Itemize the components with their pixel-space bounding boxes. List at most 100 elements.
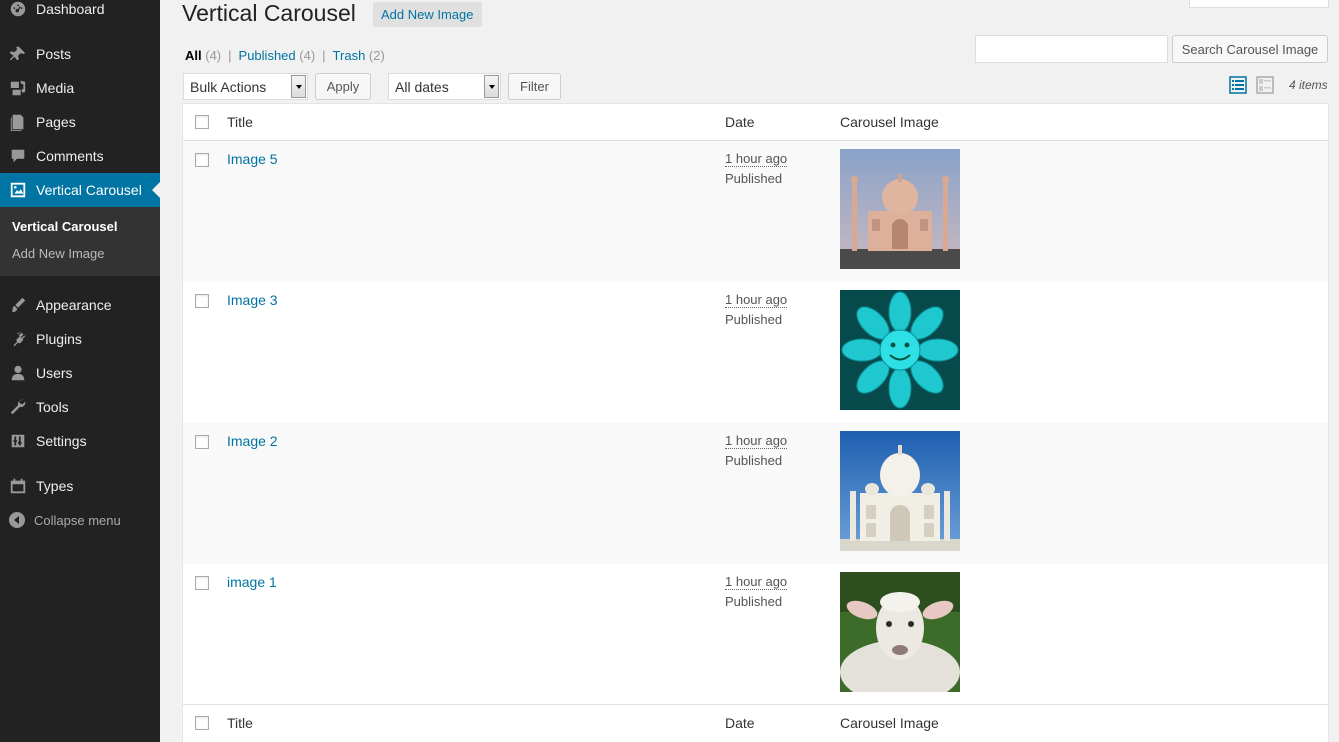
- user-icon: [8, 363, 28, 383]
- collapse-menu-button[interactable]: Collapse menu: [0, 507, 160, 533]
- screen-options-tab[interactable]: [1189, 0, 1329, 8]
- column-header-carousel-image: Carousel Image: [840, 114, 939, 130]
- carousel-image-thumbnail[interactable]: [840, 572, 960, 692]
- filter-button[interactable]: Filter: [508, 73, 561, 100]
- sliders-icon: [8, 431, 28, 451]
- select-all-checkbox[interactable]: [195, 115, 209, 129]
- menu-label: Comments: [36, 148, 104, 164]
- media-icon: [8, 78, 28, 98]
- row-status: Published: [725, 312, 783, 327]
- view-trash-link[interactable]: Trash: [333, 48, 366, 63]
- row-title-link[interactable]: Image 5: [227, 151, 278, 167]
- add-new-image-button[interactable]: Add New Image: [373, 2, 482, 27]
- bulk-actions-value: Bulk Actions: [190, 78, 267, 95]
- menu-item-media[interactable]: Media: [0, 71, 160, 105]
- menu-item-posts[interactable]: Posts: [0, 37, 160, 71]
- lamb-image: [840, 572, 960, 692]
- dates-select[interactable]: All dates: [388, 73, 501, 100]
- row-title-link[interactable]: Image 3: [227, 292, 278, 308]
- menu-label: Users: [36, 365, 73, 381]
- menu-label: Media: [36, 80, 75, 96]
- smiley-flower-image: [840, 290, 960, 410]
- menu-item-plugins[interactable]: Plugins: [0, 322, 160, 356]
- menu-item-settings[interactable]: Settings: [0, 424, 160, 458]
- carousel-image-thumbnail[interactable]: [840, 290, 960, 410]
- row-date: 1 hour ago: [725, 292, 788, 308]
- menu-label: Plugins: [36, 331, 82, 347]
- separator: |: [322, 48, 326, 63]
- admin-sidebar: Dashboard Posts Media Pages Comments Ver…: [0, 0, 160, 742]
- menu-item-vertical-carousel[interactable]: Vertical Carousel: [0, 173, 160, 207]
- menu-label: Pages: [36, 114, 76, 130]
- submenu: Vertical Carousel Add New Image: [0, 207, 160, 276]
- menu-item-types[interactable]: Types: [0, 469, 160, 503]
- carousel-image-thumbnail[interactable]: [840, 431, 960, 551]
- menu-label: Types: [36, 478, 74, 494]
- collapse-label: Collapse menu: [34, 512, 121, 528]
- menu-label: Vertical Carousel: [36, 182, 142, 198]
- view-all-link[interactable]: All: [185, 48, 202, 63]
- menu-label: Settings: [36, 433, 87, 449]
- row-title-link[interactable]: image 1: [227, 574, 277, 590]
- search-carousel-image-button[interactable]: Search Carousel Image: [1172, 35, 1328, 63]
- table-row: Image 2 1 hour ago Published: [183, 423, 1328, 564]
- view-published-count: (4): [299, 48, 316, 63]
- row-title-link[interactable]: Image 2: [227, 433, 278, 449]
- view-all-count: (4): [205, 48, 222, 63]
- select-all-checkbox[interactable]: [195, 716, 209, 730]
- row-date: 1 hour ago: [725, 574, 788, 590]
- row-checkbox[interactable]: [195, 153, 209, 167]
- menu-label: Tools: [36, 399, 69, 415]
- carousel-image-thumbnail[interactable]: [840, 149, 960, 269]
- column-header-title[interactable]: Title: [227, 114, 253, 130]
- excerpt-view-icon[interactable]: [1256, 76, 1274, 94]
- column-header-title[interactable]: Title: [227, 715, 253, 731]
- menu-item-comments[interactable]: Comments: [0, 139, 160, 173]
- submenu-item-vertical-carousel[interactable]: Vertical Carousel: [12, 219, 118, 234]
- search-input[interactable]: [975, 35, 1168, 63]
- wrench-icon: [8, 397, 28, 417]
- carousel-images-table: Title Date Carousel Image Image 5 1 hour…: [182, 103, 1329, 742]
- dropdown-arrow-icon: [291, 75, 306, 98]
- view-trash-count: (2): [368, 48, 385, 63]
- table-footer: Title Date Carousel Image: [183, 704, 1328, 741]
- menu-label: Appearance: [36, 297, 112, 313]
- table-header: Title Date Carousel Image: [183, 104, 1328, 141]
- row-checkbox[interactable]: [195, 294, 209, 308]
- apply-button[interactable]: Apply: [315, 73, 371, 100]
- collapse-arrow-icon: [9, 512, 25, 528]
- view-published-link[interactable]: Published: [239, 48, 296, 63]
- dashboard-icon: [8, 0, 28, 19]
- pages-icon: [8, 112, 28, 132]
- bulk-actions-select[interactable]: Bulk Actions: [183, 73, 308, 100]
- row-date: 1 hour ago: [725, 151, 788, 167]
- table-row: image 1 1 hour ago Published: [183, 564, 1328, 705]
- separator: |: [228, 48, 232, 63]
- menu-item-tools[interactable]: Tools: [0, 390, 160, 424]
- menu-item-users[interactable]: Users: [0, 356, 160, 390]
- row-status: Published: [725, 594, 783, 609]
- row-date: 1 hour ago: [725, 433, 788, 449]
- column-header-date[interactable]: Date: [725, 715, 755, 731]
- menu-item-dashboard[interactable]: Dashboard: [0, 0, 160, 26]
- pin-icon: [8, 44, 28, 64]
- comment-icon: [8, 146, 28, 166]
- row-checkbox[interactable]: [195, 576, 209, 590]
- image-icon: [8, 180, 28, 200]
- submenu-item-add-new-image[interactable]: Add New Image: [12, 246, 105, 261]
- list-view-icon[interactable]: [1229, 76, 1247, 94]
- items-count: 4 items: [1289, 78, 1328, 92]
- row-checkbox[interactable]: [195, 435, 209, 449]
- status-filter-views: All (4) | Published (4) | Trash (2): [185, 48, 385, 63]
- plug-icon: [8, 329, 28, 349]
- menu-item-pages[interactable]: Pages: [0, 105, 160, 139]
- taj-mahal-day-image: [840, 431, 960, 551]
- column-header-date[interactable]: Date: [725, 114, 755, 130]
- menu-label: Dashboard: [36, 1, 105, 17]
- calendar-icon: [8, 476, 28, 496]
- menu-item-appearance[interactable]: Appearance: [0, 288, 160, 322]
- page-title: Vertical Carousel: [182, 0, 356, 26]
- dates-value: All dates: [395, 78, 449, 95]
- taj-mahal-dusk-image: [840, 149, 960, 269]
- brush-icon: [8, 295, 28, 315]
